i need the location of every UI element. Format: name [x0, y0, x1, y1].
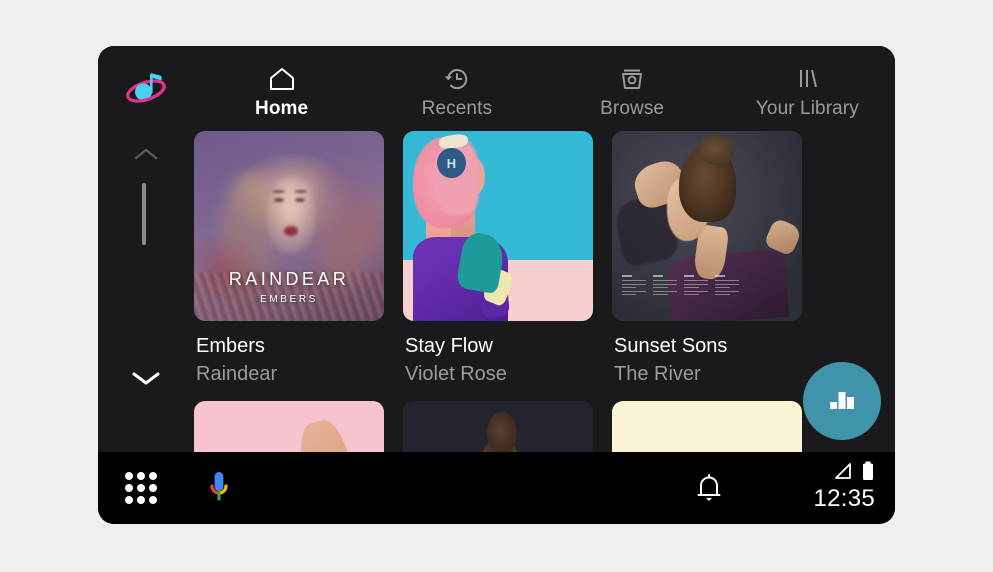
- content-area: RAINDEAR EMBERS Embers Raindear H Stay F…: [98, 131, 895, 452]
- album-art-sunset-sons[interactable]: [612, 131, 802, 321]
- nav-item-browse[interactable]: Browse: [545, 46, 720, 131]
- nav-items: Home Recents Browse Your Library: [194, 46, 895, 131]
- system-bar: 12:35: [98, 452, 895, 524]
- media-card-subtitle: Raindear: [196, 363, 278, 385]
- album-art-row2-3[interactable]: [612, 401, 802, 452]
- crate-icon: [617, 64, 647, 94]
- album-art-artist-overlay: RAINDEAR: [228, 269, 350, 289]
- nav-item-your-library[interactable]: Your Library: [720, 46, 895, 131]
- media-card-row2-3[interactable]: [612, 401, 802, 452]
- bell-icon[interactable]: [693, 471, 725, 510]
- equalizer-fab-button[interactable]: [803, 362, 881, 440]
- home-icon: [267, 64, 297, 94]
- media-card-meta: Embers Raindear: [194, 321, 384, 389]
- media-card-sunset-sons[interactable]: Sunset Sons The River: [612, 131, 802, 389]
- album-art-text-columns: [621, 275, 740, 307]
- media-row-2: [194, 401, 895, 452]
- media-grid: RAINDEAR EMBERS Embers Raindear H Stay F…: [194, 131, 895, 452]
- status-icons: [832, 460, 875, 487]
- library-icon: [792, 64, 822, 94]
- history-icon: [442, 64, 472, 94]
- google-assistant-mic-icon[interactable]: [201, 468, 237, 513]
- signal-triangle-icon: [832, 461, 854, 486]
- app-grid-icon[interactable]: [125, 472, 157, 504]
- scrollbar[interactable]: [98, 131, 194, 452]
- clock: 12:35: [813, 485, 875, 512]
- album-art-stay-flow[interactable]: H: [403, 131, 593, 321]
- album-art-row2-1[interactable]: [194, 401, 384, 452]
- battery-icon: [861, 460, 875, 487]
- chevron-down-icon[interactable]: [98, 368, 194, 388]
- media-card-title: Sunset Sons: [614, 335, 728, 357]
- nav-item-recents-label: Recents: [421, 98, 493, 119]
- media-card-meta: Sunset Sons The River: [612, 321, 802, 389]
- nav-item-browse-label: Browse: [600, 98, 665, 119]
- media-card-title: Stay Flow: [405, 335, 493, 357]
- media-card-meta: Stay Flow Violet Rose: [403, 321, 593, 389]
- media-card-row2-1[interactable]: [194, 401, 384, 452]
- nav-item-recents[interactable]: Recents: [369, 46, 544, 131]
- nav-item-home[interactable]: Home: [194, 46, 369, 131]
- scrollbar-thumb[interactable]: [142, 183, 146, 245]
- status-cluster[interactable]: 12:35: [813, 460, 875, 514]
- equalizer-icon: [825, 384, 859, 419]
- top-navigation-bar: Home Recents Browse Your Library: [98, 46, 895, 131]
- headphone-brand-mark: H: [437, 148, 466, 179]
- media-row-1: RAINDEAR EMBERS Embers Raindear H Stay F…: [194, 131, 895, 389]
- media-card-subtitle: The River: [614, 363, 701, 385]
- car-infotainment-screen: Home Recents Browse Your Library RAINDEA…: [98, 46, 895, 524]
- nav-item-home-label: Home: [255, 98, 309, 119]
- media-card-embers[interactable]: RAINDEAR EMBERS Embers Raindear: [194, 131, 384, 389]
- chevron-up-icon[interactable]: [98, 145, 194, 163]
- music-note-orbit-logo[interactable]: [122, 63, 170, 111]
- nav-item-your-library-label: Your Library: [755, 98, 859, 119]
- media-card-title: Embers: [196, 335, 265, 357]
- album-art-embers[interactable]: RAINDEAR EMBERS: [194, 131, 384, 321]
- media-card-stay-flow[interactable]: H Stay Flow Violet Rose: [403, 131, 593, 389]
- album-art-title-overlay: EMBERS: [260, 294, 318, 305]
- album-art-row2-2[interactable]: [403, 401, 593, 452]
- media-card-subtitle: Violet Rose: [405, 363, 507, 385]
- media-card-row2-2[interactable]: [403, 401, 593, 452]
